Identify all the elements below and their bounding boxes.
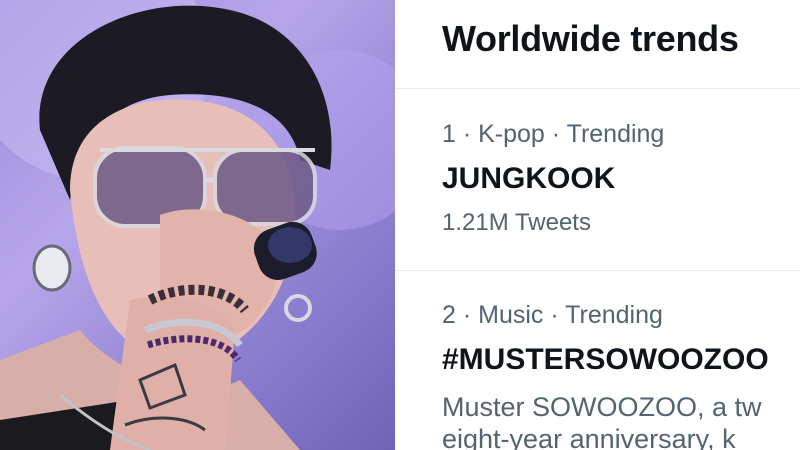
trend-description: Muster SOWOOZOO, a tw eight-year anniver… [442,391,762,450]
trend-item[interactable]: 2 · Music · Trending #MUSTERSOWOOZOO Mus… [395,271,800,450]
trend-description-line: Muster SOWOOZOO, a tw [442,392,762,422]
artist-photo-illustration [0,0,395,450]
trend-meta: 1 · K-pop · Trending [442,120,665,148]
trends-panel: Worldwide trends 1 · K-pop · Trending JU… [395,0,800,450]
page-title: Worldwide trends [442,18,739,59]
trend-meta: 2 · Music · Trending [442,301,663,329]
trend-item[interactable]: 1 · K-pop · Trending JUNGKOOK 1.21M Twee… [395,89,800,271]
trend-name[interactable]: JUNGKOOK [442,162,615,196]
trend-description-line: eight-year anniversary, k [442,424,736,450]
trends-header: Worldwide trends [395,0,800,89]
trend-tweet-count: 1.21M Tweets [442,209,591,236]
trend-name[interactable]: #MUSTERSOWOOZOO [442,343,769,377]
artist-photo [0,0,395,450]
